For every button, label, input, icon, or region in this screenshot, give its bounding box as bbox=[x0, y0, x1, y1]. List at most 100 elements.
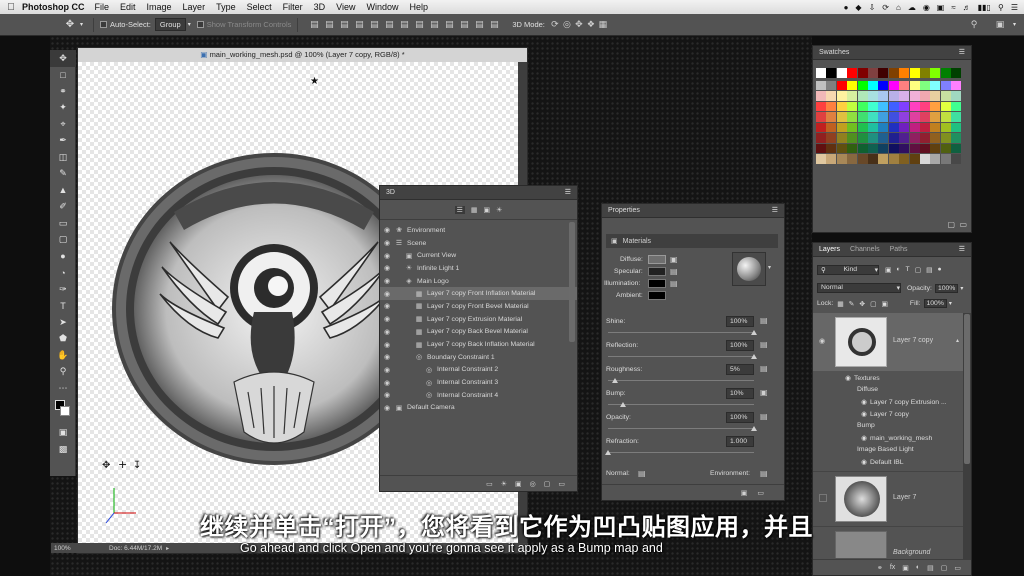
quick-select-tool-icon[interactable]: ✦ bbox=[50, 100, 76, 117]
color-swatch[interactable] bbox=[857, 112, 868, 122]
lock-image-icon[interactable]: ✎ bbox=[849, 300, 855, 308]
lock-transparent-icon[interactable]: ▦ bbox=[837, 300, 843, 308]
color-swatch[interactable] bbox=[899, 101, 910, 111]
color-swatch[interactable] bbox=[888, 68, 899, 78]
whole-scene-icon[interactable]: ☰ bbox=[454, 205, 465, 214]
visibility-toggle[interactable] bbox=[819, 494, 827, 502]
chevron-down-icon[interactable]: ▾ bbox=[949, 300, 952, 307]
color-swatch[interactable] bbox=[847, 68, 858, 78]
eye-icon[interactable]: ◉ bbox=[380, 391, 394, 399]
color-swatch[interactable] bbox=[899, 112, 910, 122]
stamp-tool-icon[interactable]: ▲ bbox=[50, 182, 76, 199]
gradient-tool-icon[interactable]: ▢ bbox=[50, 232, 76, 249]
color-swatch[interactable] bbox=[930, 133, 941, 143]
distribute-left-icon[interactable]: ▤ bbox=[443, 19, 455, 30]
color-swatch[interactable] bbox=[920, 68, 930, 78]
color-swatch[interactable] bbox=[930, 154, 941, 164]
screen-mode-icon[interactable]: ▩ bbox=[50, 441, 76, 458]
color-swatch[interactable] bbox=[816, 68, 826, 78]
trash-icon[interactable]: ▭ bbox=[954, 564, 961, 572]
color-swatches[interactable] bbox=[50, 397, 76, 425]
auto-align-icon[interactable]: ▤ bbox=[488, 19, 500, 30]
properties-tab[interactable]: Properties bbox=[608, 204, 640, 217]
menu-filter[interactable]: Filter bbox=[283, 2, 303, 12]
eye-icon[interactable]: ◉ bbox=[380, 366, 394, 374]
align-top-icon[interactable]: ▤ bbox=[308, 19, 320, 30]
scene-item[interactable]: ◉ ▦ Layer 7 copy Back Inflation Material bbox=[380, 338, 577, 351]
quick-mask-icon[interactable]: ▣ bbox=[50, 425, 76, 442]
new-swatch-icon[interactable]: ▢ bbox=[947, 220, 955, 229]
color-swatch[interactable] bbox=[836, 122, 847, 132]
color-swatch[interactable] bbox=[878, 101, 889, 111]
menu-image[interactable]: Image bbox=[147, 2, 172, 12]
color-swatch[interactable] bbox=[857, 143, 868, 153]
fill-field[interactable]: 100% bbox=[923, 299, 947, 308]
fx-icon[interactable]: fx bbox=[890, 564, 895, 571]
roughness-slider[interactable] bbox=[608, 380, 754, 381]
align-left-icon[interactable]: ▤ bbox=[353, 19, 365, 30]
scene-item[interactable]: ◉ ▣ Current View bbox=[380, 249, 577, 262]
adjustment-icon[interactable]: ◐ bbox=[916, 564, 920, 571]
meshes-filter-icon[interactable]: ▦ bbox=[471, 206, 478, 214]
lasso-tool-icon[interactable]: ⚭ bbox=[50, 83, 76, 100]
color-swatch[interactable] bbox=[868, 154, 878, 164]
diffuse-texture-icon[interactable]: ▣ bbox=[670, 255, 678, 264]
distribute-bottom-icon[interactable]: ▤ bbox=[428, 19, 440, 30]
render-icon[interactable]: ▣ bbox=[741, 489, 748, 497]
pen-tool-icon[interactable]: ✑ bbox=[50, 281, 76, 298]
color-swatch[interactable] bbox=[816, 122, 826, 132]
paths-tab[interactable]: Paths bbox=[890, 243, 908, 256]
color-swatch[interactable] bbox=[847, 80, 858, 90]
scene-item[interactable]: ◉ ▦ Layer 7 copy Extrusion Material bbox=[380, 313, 577, 326]
chevron-down-icon[interactable]: ▾ bbox=[80, 21, 83, 28]
color-swatch[interactable] bbox=[857, 91, 868, 101]
eye-icon[interactable]: ◉ bbox=[380, 379, 394, 387]
scene-item[interactable]: ◉ ◎ Internal Constraint 4 bbox=[380, 389, 577, 402]
color-swatch[interactable] bbox=[888, 80, 899, 90]
scene-item[interactable]: ◉ ▦ Layer 7 copy Front Bevel Material bbox=[380, 300, 577, 313]
sync-icon[interactable]: ⟳ bbox=[882, 3, 889, 12]
color-swatch[interactable] bbox=[878, 143, 889, 153]
color-swatch[interactable] bbox=[888, 133, 899, 143]
volume-icon[interactable]: ♬ bbox=[963, 3, 971, 12]
eye-icon[interactable]: ◉ bbox=[380, 341, 394, 349]
color-swatch[interactable] bbox=[940, 80, 951, 90]
color-swatch[interactable] bbox=[826, 101, 837, 111]
color-swatch[interactable] bbox=[888, 112, 899, 122]
constraint-add-icon[interactable]: ◎ bbox=[530, 480, 536, 488]
3d-tab[interactable]: 3D bbox=[386, 186, 395, 199]
layer-opacity-field[interactable]: 100% bbox=[934, 283, 959, 293]
chevron-down-icon[interactable]: ▾ bbox=[960, 285, 963, 292]
refraction-slider[interactable] bbox=[608, 452, 754, 453]
shine-field[interactable]: 100% bbox=[726, 316, 754, 327]
color-swatch[interactable] bbox=[847, 143, 858, 153]
color-swatch[interactable] bbox=[951, 154, 962, 164]
color-swatch[interactable] bbox=[878, 133, 889, 143]
background-color[interactable] bbox=[60, 405, 70, 416]
layer-name[interactable]: Layer 7 copy bbox=[893, 337, 933, 344]
color-swatch[interactable] bbox=[940, 91, 951, 101]
chevron-right-icon[interactable]: ▸ bbox=[166, 545, 169, 552]
color-swatch[interactable] bbox=[878, 91, 889, 101]
color-swatch[interactable] bbox=[826, 154, 837, 164]
color-swatch[interactable] bbox=[857, 101, 868, 111]
scene-item[interactable]: ◉ ❀ Environment bbox=[380, 224, 577, 237]
adobe-icon[interactable]: ● bbox=[844, 3, 849, 12]
color-swatch[interactable] bbox=[920, 112, 930, 122]
color-swatch[interactable] bbox=[868, 122, 878, 132]
materials-filter-icon[interactable]: ▣ bbox=[484, 206, 491, 214]
color-swatch[interactable] bbox=[857, 80, 868, 90]
eye-icon[interactable]: ◉ bbox=[380, 315, 394, 323]
eraser-tool-icon[interactable]: ▭ bbox=[50, 215, 76, 232]
color-swatch[interactable] bbox=[816, 154, 826, 164]
mask-icon[interactable]: ▣ bbox=[902, 564, 909, 572]
color-swatch[interactable] bbox=[920, 80, 930, 90]
color-swatch[interactable] bbox=[868, 133, 878, 143]
color-swatch[interactable] bbox=[930, 143, 941, 153]
color-swatch[interactable] bbox=[847, 101, 858, 111]
color-swatch[interactable] bbox=[951, 122, 962, 132]
illumination-folder-icon[interactable]: ▤ bbox=[670, 279, 678, 288]
color-swatch[interactable] bbox=[899, 143, 910, 153]
color-swatch[interactable] bbox=[930, 101, 941, 111]
color-swatch[interactable] bbox=[909, 112, 920, 122]
